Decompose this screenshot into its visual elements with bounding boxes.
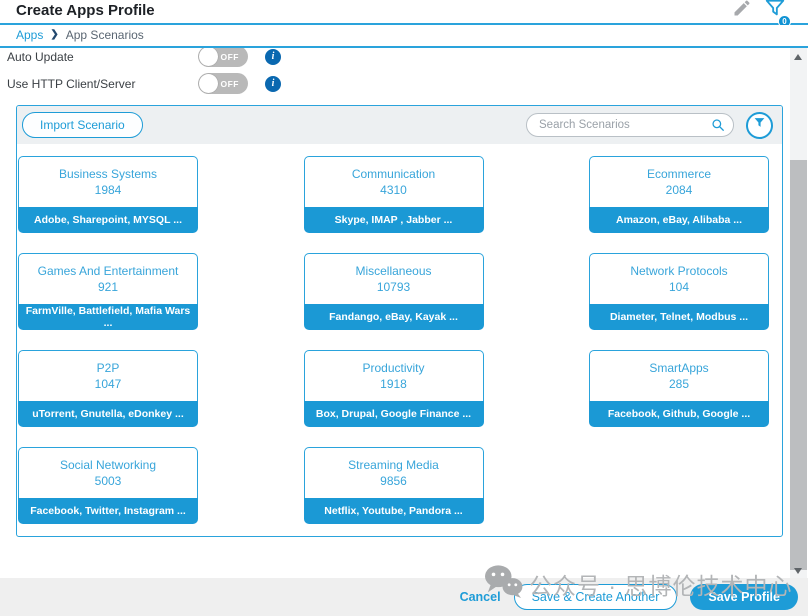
page-title: Create Apps Profile <box>16 2 720 19</box>
scenario-card-miscellaneous[interactable]: Miscellaneous 10793 Fandango, eBay, Kaya… <box>304 253 484 330</box>
card-count: 285 <box>669 377 689 391</box>
card-count: 104 <box>669 280 689 294</box>
card-title: P2P <box>97 362 120 375</box>
card-title: Network Protocols <box>630 265 727 278</box>
card-title: Ecommerce <box>647 168 711 181</box>
edit-button[interactable] <box>732 0 752 23</box>
scenario-card-social-networking[interactable]: Social Networking 5003 Facebook, Twitter… <box>18 447 198 524</box>
save-profile-button[interactable]: Save Profile <box>690 584 798 610</box>
create-apps-profile-page: Create Apps Profile 0 Apps ❯ App Scenari… <box>0 0 808 616</box>
search-wrap <box>526 113 734 137</box>
breadcrumb-apps-link[interactable]: Apps <box>16 28 43 42</box>
card-apps: Facebook, Twitter, Instagram ... <box>18 498 198 524</box>
auto-update-toggle[interactable]: OFF <box>198 48 248 67</box>
scroll-down-arrow-icon[interactable] <box>794 568 802 574</box>
filter-scenarios-button[interactable] <box>746 112 773 139</box>
card-apps: Adobe, Sharepoint, MYSQL ... <box>18 207 198 233</box>
scenario-card-productivity[interactable]: Productivity 1918 Box, Drupal, Google Fi… <box>304 350 484 427</box>
card-count: 5003 <box>95 474 122 488</box>
profile-settings: Auto Update OFF i Use HTTP Client/Server… <box>0 48 808 105</box>
save-and-create-another-button[interactable]: Save & Create Another <box>514 584 678 610</box>
breadcrumb: Apps ❯ App Scenarios <box>0 25 808 48</box>
card-count: 2084 <box>666 183 693 197</box>
card-apps: FarmVille, Battlefield, Mafia Wars ... <box>18 304 198 330</box>
scenarios-panel: Import Scenario Business Systems <box>16 105 783 537</box>
toggle-state-label: OFF <box>221 52 240 62</box>
card-count: 1984 <box>95 183 122 197</box>
card-count: 1047 <box>95 377 122 391</box>
breadcrumb-current: App Scenarios <box>66 28 144 42</box>
card-apps: Box, Drupal, Google Finance ... <box>304 401 484 427</box>
http-client-server-label: Use HTTP Client/Server <box>7 77 198 91</box>
toggle-state-label: OFF <box>221 79 240 89</box>
card-title: Communication <box>352 168 435 181</box>
card-title: Business Systems <box>59 168 157 181</box>
auto-update-label: Auto Update <box>7 50 198 64</box>
vertical-scrollbar[interactable] <box>790 48 807 578</box>
setting-row-http-client-server: Use HTTP Client/Server OFF i <box>7 70 808 97</box>
card-apps: Netflix, Youtube, Pandora ... <box>304 498 484 524</box>
card-apps: Amazon, eBay, Alibaba ... <box>589 207 769 233</box>
scroll-up-arrow-icon[interactable] <box>794 54 802 60</box>
filter-count-button[interactable]: 0 <box>764 0 786 24</box>
card-apps: Fandango, eBay, Kayak ... <box>304 304 484 330</box>
cancel-button[interactable]: Cancel <box>460 590 501 604</box>
card-title: Miscellaneous <box>355 265 431 278</box>
scenario-card-communication[interactable]: Communication 4310 Skype, IMAP , Jabber … <box>304 156 484 233</box>
scenario-card-network-protocols[interactable]: Network Protocols 104 Diameter, Telnet, … <box>589 253 769 330</box>
import-scenario-button[interactable]: Import Scenario <box>22 112 143 138</box>
toggle-knob <box>199 48 218 66</box>
chevron-right-icon: ❯ <box>50 29 58 40</box>
card-title: Streaming Media <box>348 459 439 472</box>
search-area <box>526 112 773 139</box>
info-icon[interactable]: i <box>265 76 281 92</box>
card-count: 1918 <box>380 377 407 391</box>
setting-row-auto-update: Auto Update OFF i <box>7 48 808 70</box>
scenario-card-streaming-media[interactable]: Streaming Media 9856 Netflix, Youtube, P… <box>304 447 484 524</box>
card-count: 9856 <box>380 474 407 488</box>
info-icon[interactable]: i <box>265 49 281 65</box>
scenarios-toolbar: Import Scenario <box>17 106 782 144</box>
card-count: 10793 <box>377 280 410 294</box>
pencil-icon <box>732 0 752 23</box>
card-title: SmartApps <box>649 362 708 375</box>
card-title: Social Networking <box>60 459 156 472</box>
card-apps: Diameter, Telnet, Modbus ... <box>589 304 769 330</box>
card-title: Games And Entertainment <box>38 265 179 278</box>
page-header: Create Apps Profile 0 <box>0 0 808 25</box>
footer-action-bar: Cancel Save & Create Another Save Profil… <box>0 578 808 616</box>
card-apps: Facebook, Github, Google ... <box>589 401 769 427</box>
search-scenarios-input[interactable] <box>526 113 734 137</box>
card-count: 921 <box>98 280 118 294</box>
scenario-card-p2p[interactable]: P2P 1047 uTorrent, Gnutella, eDonkey ... <box>18 350 198 427</box>
card-title: Productivity <box>362 362 424 375</box>
card-count: 4310 <box>380 183 407 197</box>
toggle-knob <box>199 74 218 93</box>
card-apps: uTorrent, Gnutella, eDonkey ... <box>18 401 198 427</box>
scenario-card-ecommerce[interactable]: Ecommerce 2084 Amazon, eBay, Alibaba ... <box>589 156 769 233</box>
scenario-card-smartapps[interactable]: SmartApps 285 Facebook, Github, Google .… <box>589 350 769 427</box>
scenario-card-grid: Business Systems 1984 Adobe, Sharepoint,… <box>17 144 782 536</box>
card-apps: Skype, IMAP , Jabber ... <box>304 207 484 233</box>
scrollbar-thumb[interactable] <box>790 160 807 570</box>
search-icon[interactable] <box>711 118 725 137</box>
scenario-card-games-and-entertainment[interactable]: Games And Entertainment 921 FarmVille, B… <box>18 253 198 330</box>
scenario-card-business-systems[interactable]: Business Systems 1984 Adobe, Sharepoint,… <box>18 156 198 233</box>
funnel-icon <box>753 116 766 134</box>
http-client-server-toggle[interactable]: OFF <box>198 73 248 94</box>
